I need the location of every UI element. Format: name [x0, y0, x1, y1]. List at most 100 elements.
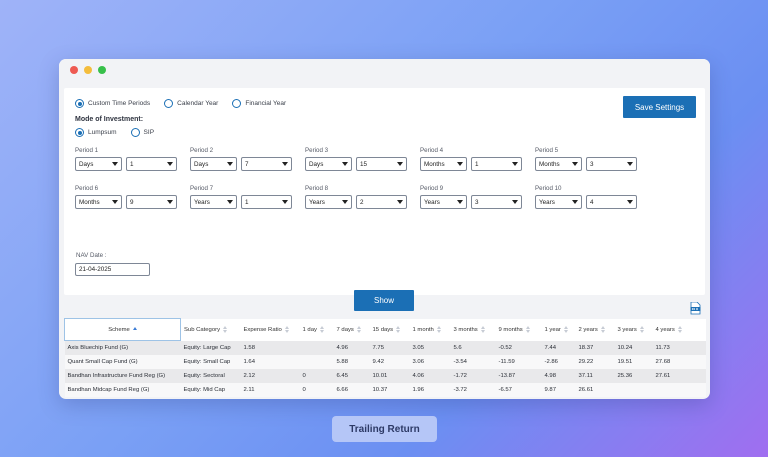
- column-header-3-months[interactable]: 3 months: [450, 318, 496, 341]
- radio-custom-time-periods[interactable]: Custom Time Periods: [75, 99, 150, 108]
- table-cell: 10.01: [369, 368, 410, 383]
- column-header-2-years[interactable]: 2 years: [575, 318, 615, 341]
- table-cell: 6.45: [333, 368, 370, 383]
- table-cell: -3.54: [450, 354, 496, 369]
- period-unit-select[interactable]: Days: [305, 157, 352, 171]
- table-cell: -1.72: [450, 368, 496, 383]
- radio-unchecked-icon: [232, 99, 242, 108]
- period-value-select[interactable]: 1: [471, 157, 522, 171]
- table-row[interactable]: Bandhan Infrastructure Fund Reg (G) Equit…: [64, 368, 706, 383]
- table-cell: 27.68: [652, 354, 706, 369]
- table-cell: 2.11: [240, 382, 300, 397]
- minimize-window-button[interactable]: [84, 66, 92, 74]
- table-cell: 5.88: [333, 354, 370, 369]
- period-unit-select[interactable]: Years: [535, 195, 582, 209]
- column-header-4-years[interactable]: 4 years: [652, 318, 706, 341]
- period-unit-select[interactable]: Months: [420, 157, 467, 171]
- radio-sip[interactable]: SIP: [130, 128, 154, 137]
- table-cell: 19.51: [614, 354, 653, 369]
- period-7: Period 7 Years 1: [190, 185, 300, 209]
- column-header-expense-ratio[interactable]: Expense Ratio: [240, 318, 300, 341]
- period-label: Period 2: [190, 147, 214, 154]
- period-value-select[interactable]: 9: [126, 195, 177, 209]
- table-cell: 5.6: [450, 340, 496, 355]
- period-value-select[interactable]: 1: [126, 157, 177, 171]
- period-unit-select[interactable]: Days: [190, 157, 237, 171]
- sort-icon: [677, 325, 682, 333]
- table-row[interactable]: Axis Bluechip Fund (G) Equity: Large Cap 1…: [64, 340, 706, 355]
- maximize-window-button[interactable]: [98, 66, 106, 74]
- table-cell: 9.87: [541, 382, 576, 397]
- show-button[interactable]: Show: [354, 290, 414, 311]
- table-cell: -11.59: [495, 354, 542, 369]
- column-header-15-days[interactable]: 15 days: [369, 318, 410, 341]
- radio-label: Custom Time Periods: [88, 100, 151, 107]
- column-header-1-month[interactable]: 1 month: [409, 318, 451, 341]
- table-cell: -13.87: [495, 368, 542, 383]
- sort-icon: [436, 325, 441, 333]
- period-value-select[interactable]: 1: [241, 195, 292, 209]
- sort-icon: [639, 325, 644, 333]
- period-unit-select[interactable]: Years: [190, 195, 237, 209]
- period-label: Period 6: [75, 185, 99, 192]
- caret-down-icon: [457, 200, 463, 204]
- table-cell: -2.86: [541, 354, 576, 369]
- period-unit-select[interactable]: Years: [305, 195, 352, 209]
- period-value-select[interactable]: 3: [586, 157, 637, 171]
- period-4: Period 4 Months 1: [420, 147, 530, 171]
- period-unit-select[interactable]: Years: [420, 195, 467, 209]
- table-cell: [614, 382, 653, 397]
- period-value-select[interactable]: 4: [586, 195, 637, 209]
- period-unit-select[interactable]: Days: [75, 157, 122, 171]
- radio-calendar-year[interactable]: Calendar Year: [164, 99, 218, 108]
- column-header-scheme[interactable]: Scheme: [64, 318, 181, 341]
- table-row[interactable]: Quant Small Cap Fund (G) Equity: Small Ca…: [64, 354, 706, 369]
- radio-lumpsum[interactable]: Lumpsum: [75, 128, 117, 137]
- table-cell: 4.98: [541, 368, 576, 383]
- table-cell: Equity: Small Cap: [180, 354, 241, 369]
- column-header-9-months[interactable]: 9 months: [495, 318, 542, 341]
- caret-down-icon: [397, 162, 403, 166]
- table-cell: Equity: Mid Cap: [180, 382, 241, 397]
- period-unit-select[interactable]: Months: [75, 195, 122, 209]
- period-value-select[interactable]: 2: [356, 195, 407, 209]
- sort-icon: [396, 325, 401, 333]
- period-label: Period 4: [420, 147, 444, 154]
- period-unit-select[interactable]: Months: [535, 157, 582, 171]
- period-value-select[interactable]: 7: [241, 157, 292, 171]
- table-cell: 4.06: [409, 368, 451, 383]
- radio-label: Financial Year: [245, 100, 287, 107]
- table-cell: 18.37: [575, 340, 615, 355]
- radio-unchecked-icon: [164, 99, 174, 108]
- column-header-1-day[interactable]: 1 day: [299, 318, 334, 341]
- table-cell: Equity: Sectoral: [180, 368, 241, 383]
- caret-down-icon: [227, 162, 233, 166]
- nav-date-input[interactable]: [75, 263, 150, 276]
- period-value-select[interactable]: 3: [471, 195, 522, 209]
- column-header-sub-category[interactable]: Sub Category: [180, 318, 241, 341]
- caret-down-icon: [627, 200, 633, 204]
- period-label: Period 8: [305, 185, 329, 192]
- radio-checked-icon: [75, 128, 84, 137]
- save-settings-button[interactable]: Save Settings: [623, 96, 696, 118]
- caret-down-icon: [227, 200, 233, 204]
- sort-icon: [600, 325, 605, 333]
- table-cell: 9.42: [369, 354, 410, 369]
- period-label: Period 1: [75, 147, 99, 154]
- column-header-3-years[interactable]: 3 years: [614, 318, 653, 341]
- sort-icon: [563, 325, 568, 333]
- table-row[interactable]: Bandhan Midcap Fund Reg (G) Equity: Mid C…: [64, 382, 706, 397]
- sort-icon: [525, 325, 530, 333]
- period-value-select[interactable]: 15: [356, 157, 407, 171]
- table-cell: 0: [299, 368, 334, 383]
- excel-export-icon[interactable]: [690, 302, 701, 315]
- radio-financial-year[interactable]: Financial Year: [232, 99, 286, 108]
- table-cell: Axis Bluechip Fund (G): [64, 340, 181, 355]
- table-cell: 3.05: [409, 340, 451, 355]
- table-cell: 10.37: [369, 382, 410, 397]
- caret-down-icon: [167, 200, 173, 204]
- close-window-button[interactable]: [70, 66, 78, 74]
- column-header-7-days[interactable]: 7 days: [333, 318, 370, 341]
- column-header-1-year[interactable]: 1 year: [541, 318, 576, 341]
- table-cell: Bandhan Infrastructure Fund Reg (G): [64, 368, 181, 383]
